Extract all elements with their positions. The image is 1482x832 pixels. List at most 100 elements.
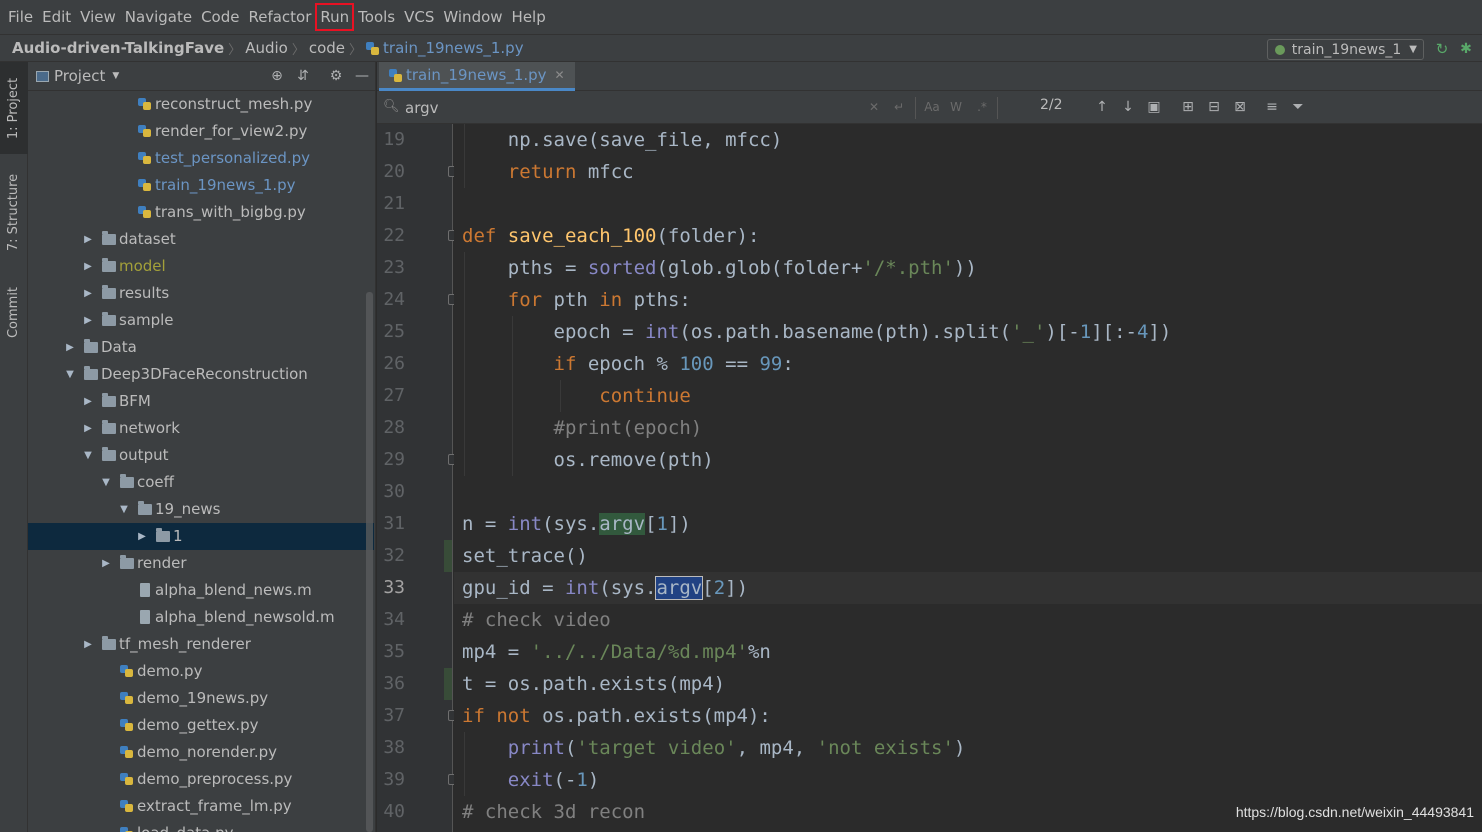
menu-vcs[interactable]: VCS xyxy=(400,4,438,30)
match-case-toggle[interactable]: Aa xyxy=(922,99,942,115)
chevron-right-icon[interactable]: ▶ xyxy=(136,523,148,550)
code-line[interactable]: t = os.path.exists(mp4) xyxy=(462,668,725,700)
breadcrumb-file[interactable]: train_19news_1.py xyxy=(383,39,524,57)
debug-icon[interactable]: ✱ xyxy=(1458,41,1474,57)
search-icon[interactable]: 🔍︎ xyxy=(383,99,400,115)
code-line[interactable]: def save_each_100(folder): xyxy=(462,220,759,252)
menu-code[interactable]: Code xyxy=(197,4,243,30)
collapse-all-icon[interactable]: ⇵ xyxy=(295,68,311,84)
tree-file-row[interactable]: reconstruct_mesh.py xyxy=(28,91,374,118)
line-number[interactable]: 39 xyxy=(377,764,405,796)
filter-icon[interactable]: ⏷ xyxy=(1290,99,1306,115)
code-line[interactable]: n = int(sys.argv[1]) xyxy=(462,508,691,540)
select-all-occurrences-icon[interactable]: ⊠ xyxy=(1231,99,1249,115)
chevron-right-icon[interactable]: ▶ xyxy=(82,388,94,415)
chevron-right-icon[interactable]: ▶ xyxy=(64,334,76,361)
tree-folder-row[interactable]: ▶ model xyxy=(28,253,374,280)
chevron-down-icon[interactable]: ▼ xyxy=(118,496,130,523)
tree-folder-row[interactable]: ▶ Data xyxy=(28,334,374,361)
tree-file-row[interactable]: render_for_view2.py xyxy=(28,118,374,145)
code-editor[interactable]: np.save(save_file, mfcc) return mfcc def … xyxy=(454,124,1482,832)
tree-file-row[interactable]: demo_norender.py xyxy=(28,739,374,766)
rerun-icon[interactable]: ↻ xyxy=(1434,41,1450,57)
menu-window[interactable]: Window xyxy=(439,4,506,30)
line-number[interactable]: 25 xyxy=(377,316,405,348)
line-number[interactable]: 38 xyxy=(377,732,405,764)
menu-view[interactable]: View xyxy=(76,4,120,30)
line-number[interactable]: 35 xyxy=(377,636,405,668)
code-line[interactable]: gpu_id = int(sys.argv[2]) xyxy=(462,572,748,604)
code-line[interactable]: set_trace() xyxy=(462,540,588,572)
next-occurrence-icon[interactable]: ↓ xyxy=(1120,99,1136,115)
line-number[interactable]: 36 xyxy=(377,668,405,700)
breadcrumb-folder-code[interactable]: code xyxy=(309,39,345,57)
code-line[interactable]: mp4 = '../../Data/%d.mp4'%n xyxy=(462,636,771,668)
tree-file-row[interactable]: demo_preprocess.py xyxy=(28,766,374,793)
chevron-down-icon[interactable]: ▼ xyxy=(82,442,94,469)
menu-edit[interactable]: Edit xyxy=(38,4,75,30)
tool-tab-structure[interactable]: 7: Structure xyxy=(0,162,28,262)
tree-folder-row[interactable]: ▶ network xyxy=(28,415,374,442)
tool-tab-project[interactable]: 1: Project xyxy=(0,62,28,154)
new-line-icon[interactable]: ↵ xyxy=(891,99,907,115)
line-number[interactable]: 37 xyxy=(377,700,405,732)
minimize-icon[interactable]: — xyxy=(354,68,370,84)
line-number[interactable]: 23 xyxy=(377,252,405,284)
chevron-right-icon[interactable]: ▶ xyxy=(82,307,94,334)
line-number[interactable]: 31 xyxy=(377,508,405,540)
line-number[interactable]: 34 xyxy=(377,604,405,636)
line-number[interactable]: 27 xyxy=(377,380,405,412)
code-line[interactable]: #print(epoch) xyxy=(462,412,703,444)
add-selection-icon[interactable]: ⊞ xyxy=(1179,99,1197,115)
line-number[interactable]: 20 xyxy=(377,156,405,188)
tree-folder-row[interactable]: ▶ results xyxy=(28,280,374,307)
tree-file-row[interactable]: alpha_blend_news.m xyxy=(28,577,374,604)
line-number[interactable]: 19 xyxy=(377,124,405,156)
chevron-right-icon[interactable]: ▶ xyxy=(82,226,94,253)
vcs-change-marker[interactable] xyxy=(444,668,452,700)
line-number[interactable]: 28 xyxy=(377,412,405,444)
code-line[interactable]: np.save(save_file, mfcc) xyxy=(462,124,783,156)
chevron-right-icon[interactable]: ▶ xyxy=(82,415,94,442)
code-line[interactable]: if not os.path.exists(mp4): xyxy=(462,700,771,732)
menu-tools[interactable]: Tools xyxy=(354,4,399,30)
line-number[interactable]: 32 xyxy=(377,540,405,572)
regex-toggle[interactable]: .* xyxy=(974,99,990,115)
code-line[interactable]: # check 3d recon xyxy=(462,796,645,828)
chevron-right-icon[interactable]: ▶ xyxy=(82,280,94,307)
tree-folder-row[interactable]: ▶ tf_mesh_renderer xyxy=(28,631,374,658)
unselect-occurrence-icon[interactable]: ⊟ xyxy=(1205,99,1223,115)
menu-refactor[interactable]: Refactor xyxy=(244,4,315,30)
tree-file-row[interactable]: train_19news_1.py xyxy=(28,172,374,199)
breadcrumb-folder-audio[interactable]: Audio xyxy=(245,39,288,57)
code-line[interactable]: return mfcc xyxy=(462,156,634,188)
chevron-down-icon[interactable]: ▼ xyxy=(64,361,76,388)
line-number[interactable]: 21 xyxy=(377,188,405,220)
tree-folder-row[interactable]: ▶ dataset xyxy=(28,226,374,253)
vcs-change-marker[interactable] xyxy=(444,540,452,572)
line-number[interactable]: 33 xyxy=(377,572,405,604)
tree-folder-row[interactable]: ▶ sample xyxy=(28,307,374,334)
menu-file[interactable]: File xyxy=(4,4,37,30)
menu-help[interactable]: Help xyxy=(508,4,550,30)
code-line[interactable]: if epoch % 100 == 99: xyxy=(462,348,794,380)
tree-folder-row[interactable]: ▶ 1 xyxy=(28,523,374,550)
code-line[interactable]: pths = sorted(glob.glob(folder+'/*.pth')… xyxy=(462,252,977,284)
tree-file-row[interactable]: extract_frame_lm.py xyxy=(28,793,374,820)
tree-folder-row[interactable]: ▼ Deep3DFaceReconstruction xyxy=(28,361,374,388)
code-line[interactable]: print('target video', mp4, 'not exists') xyxy=(462,732,966,764)
code-line[interactable]: # check video xyxy=(462,604,611,636)
run-configuration-dropdown[interactable]: train_19news_1 ▼ xyxy=(1266,39,1424,60)
code-line[interactable]: for pth in pths: xyxy=(462,284,691,316)
line-number[interactable]: 22 xyxy=(377,220,405,252)
locate-icon[interactable]: ⊕ xyxy=(269,68,285,84)
code-line[interactable]: epoch = int(os.path.basename(pth).split(… xyxy=(462,316,1172,348)
tree-folder-row[interactable]: ▶ BFM xyxy=(28,388,374,415)
tree-folder-row[interactable]: ▶ render xyxy=(28,550,374,577)
tree-file-row[interactable]: alpha_blend_newsold.m xyxy=(28,604,374,631)
project-panel-title[interactable]: Project xyxy=(54,67,105,85)
whole-words-toggle[interactable]: W xyxy=(948,99,964,115)
tool-tab-commit[interactable]: Commit xyxy=(0,272,28,352)
code-line[interactable]: exit(-1) xyxy=(462,764,600,796)
close-icon[interactable]: ✕ xyxy=(555,68,565,82)
